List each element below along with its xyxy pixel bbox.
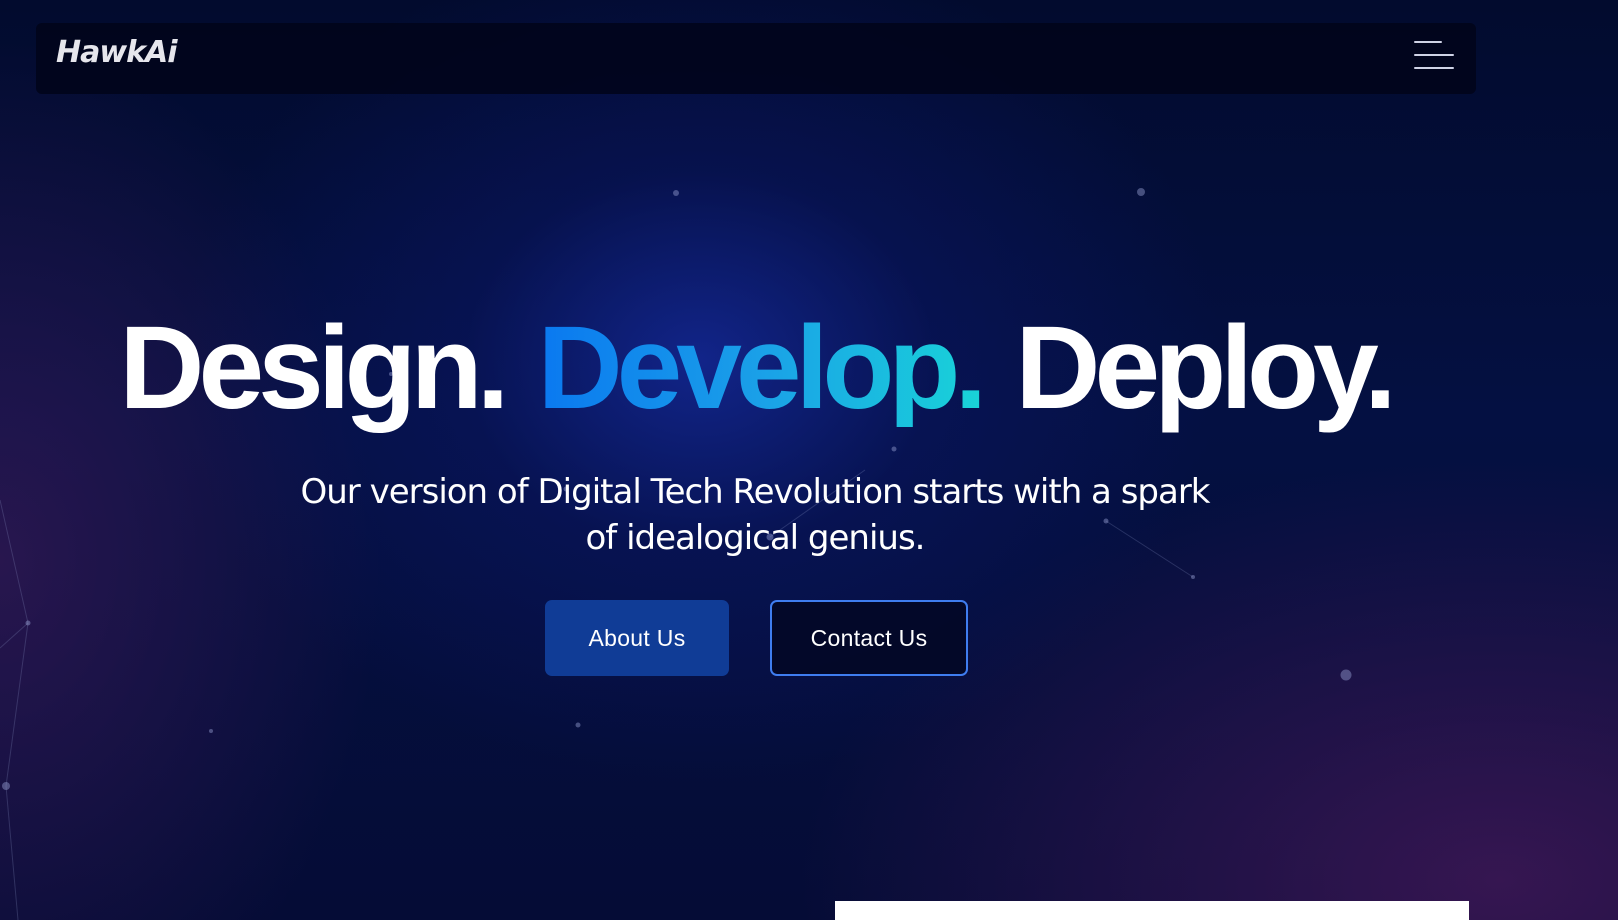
- headline-word-design: Design.: [119, 302, 509, 435]
- hero-headline: Design. Develop. Deploy.: [0, 309, 1510, 427]
- menu-line-middle: [1414, 54, 1454, 56]
- contact-us-button[interactable]: Contact Us: [770, 600, 968, 676]
- top-navbar: HawkAi: [36, 23, 1476, 94]
- headline-word-develop: Develop.: [537, 302, 987, 435]
- content-card-edge: [835, 901, 1469, 920]
- menu-line-bottom: [1414, 67, 1454, 69]
- hero-subtitle: Our version of Digital Tech Revolution s…: [300, 472, 1210, 558]
- headline-word-deploy: Deploy.: [1015, 302, 1396, 435]
- about-us-button[interactable]: About Us: [545, 600, 729, 676]
- brand-logo[interactable]: HawkAi: [56, 38, 178, 68]
- hamburger-menu-icon[interactable]: [1412, 41, 1456, 75]
- menu-line-top: [1414, 41, 1442, 43]
- network-background: [0, 188, 1352, 920]
